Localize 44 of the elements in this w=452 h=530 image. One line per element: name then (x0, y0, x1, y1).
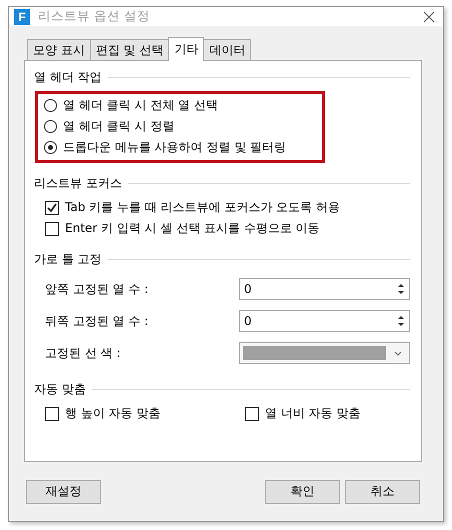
tab[interactable]: 모양 표시 (27, 39, 91, 60)
chevron-down-icon[interactable] (394, 350, 402, 356)
spinner-arrows-icon[interactable] (397, 283, 405, 295)
checkbox-label: 행 높이 자동 맞춤 (65, 405, 160, 422)
radio-option[interactable]: 열 헤더 클릭 시 전체 열 선택 (44, 95, 316, 116)
group-title: 열 헤더 작업 (34, 68, 102, 86)
checkbox[interactable] (245, 406, 259, 420)
radio-button[interactable] (44, 99, 57, 112)
field-label: 뒤쪽 고정된 열 수 : (45, 312, 150, 330)
radio-label: 열 헤더 클릭 시 정렬 (63, 118, 174, 135)
checkbox-label: 열 너비 자동 맞춤 (265, 405, 360, 422)
checkbox-option[interactable]: 행 높이 자동 맞춤 (45, 403, 245, 424)
radio-button[interactable] (44, 141, 57, 154)
radio-label: 열 헤더 클릭 시 전체 열 선택 (63, 97, 218, 114)
tab[interactable]: 편집 및 선택 (90, 39, 170, 60)
checkbox-label: Enter 키 입력 시 셀 선택 표시를 수평으로 이동 (65, 220, 320, 237)
tab[interactable]: 데이터 (203, 39, 252, 60)
reset-button[interactable]: 재설정 (26, 480, 101, 504)
dialog-button[interactable]: 확인 (265, 480, 340, 504)
checkbox[interactable] (45, 222, 59, 236)
field-label: 앞쪽 고정된 열 수 : (45, 280, 150, 298)
number-spinner[interactable]: 0 (239, 310, 410, 332)
checkbox[interactable] (45, 200, 59, 214)
checkbox-option[interactable]: Tab 키를 누를 때 리스트뷰에 포커스가 오도록 허용 (45, 197, 410, 218)
color-dropdown[interactable] (239, 342, 410, 364)
radio-option[interactable]: 드롭다운 메뉴를 사용하여 정렬 및 필터링 (44, 137, 316, 158)
dialog-button[interactable]: 취소 (345, 480, 420, 504)
radio-option[interactable]: 열 헤더 클릭 시 정렬 (44, 116, 316, 137)
number-spinner[interactable]: 0 (239, 278, 410, 300)
close-icon[interactable] (423, 10, 435, 22)
group-title: 자동 맞춤 (34, 380, 86, 398)
checkbox-label: Tab 키를 누를 때 리스트뷰에 포커스가 오도록 허용 (65, 199, 340, 216)
app-icon: F (14, 8, 30, 24)
spinner-arrows-icon[interactable] (397, 315, 405, 327)
group-title: 가로 틀 고정 (34, 250, 102, 268)
field-label: 고정된 선 색 : (45, 344, 122, 362)
tab[interactable]: 기타 (168, 37, 204, 61)
checkbox-option[interactable]: Enter 키 입력 시 셀 선택 표시를 수평으로 이동 (45, 218, 410, 239)
group-title: 리스트뷰 포커스 (34, 174, 122, 192)
window-title: 리스트뷰 옵션 설정 (38, 8, 151, 25)
radio-label: 드롭다운 메뉴를 사용하여 정렬 및 필터링 (63, 139, 286, 156)
radio-button[interactable] (44, 120, 57, 133)
checkbox[interactable] (45, 406, 59, 420)
checkbox-option[interactable]: 열 너비 자동 맞춤 (245, 403, 410, 424)
